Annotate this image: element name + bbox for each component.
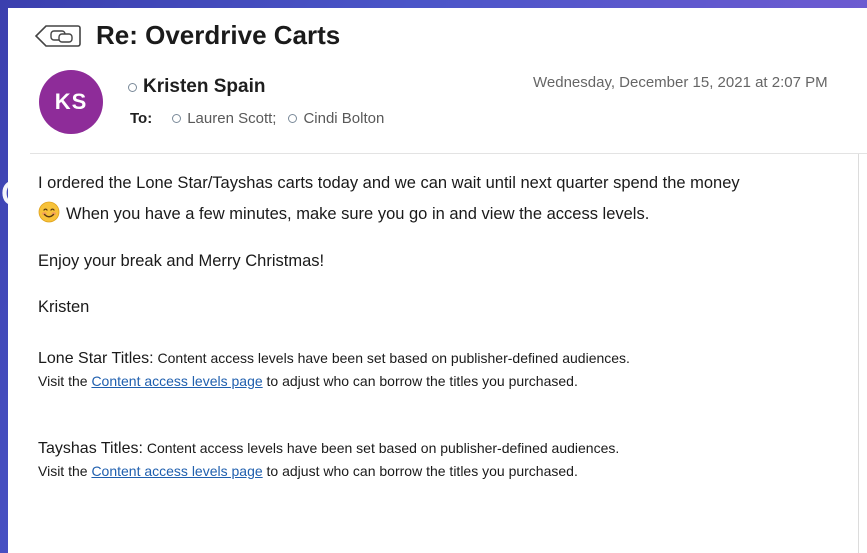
- body-text: When you have a few minutes, make sure y…: [66, 205, 650, 223]
- sender-avatar[interactable]: KS: [39, 70, 103, 134]
- email-subject: Re: Overdrive Carts: [96, 20, 341, 50]
- greeting-text: Enjoy your break and Merry Christmas!: [38, 252, 325, 270]
- section-tail: to adjust who can borrow the titles you …: [262, 373, 578, 389]
- section-visit: Visit the: [38, 373, 92, 389]
- recipient[interactable]: Cindi Bolton: [288, 110, 384, 127]
- scroll-edge: [858, 154, 859, 553]
- body-paragraph: I ordered the Lone Star/Tayshas carts to…: [38, 168, 848, 230]
- content-access-levels-link[interactable]: Content access levels page: [91, 463, 262, 479]
- email-body: I ordered the Lone Star/Tayshas carts to…: [38, 168, 848, 482]
- sent-date: Wednesday, December 15, 2021 at 2:07 PM: [533, 74, 828, 91]
- sender-row: Kristen Spain: [128, 76, 265, 98]
- reply-conversation-icon[interactable]: [34, 23, 82, 49]
- header-divider: [30, 153, 867, 154]
- section-text: Content access levels have been set base…: [153, 350, 630, 366]
- recipient[interactable]: Lauren Scott;: [172, 110, 276, 127]
- section-tail: to adjust who can borrow the titles you …: [262, 463, 578, 479]
- presence-status-icon: [128, 82, 137, 92]
- lone-star-section: Lone Star Titles: Content access levels …: [38, 347, 848, 392]
- recipient-name: Cindi Bolton: [303, 110, 385, 127]
- presence-status-icon: [288, 114, 298, 123]
- smiling-face-icon: [38, 201, 60, 223]
- body-text: I ordered the Lone Star/Tayshas carts to…: [38, 174, 740, 192]
- to-label: To:: [130, 110, 153, 127]
- sender-name[interactable]: Kristen Spain: [143, 76, 265, 98]
- section-label: Lone Star Titles:: [38, 350, 154, 367]
- email-reading-pane: Re: Overdrive Carts KS Kristen Spain To:…: [8, 8, 867, 553]
- signature-text: Kristen: [38, 298, 90, 316]
- subject-row: Re: Overdrive Carts: [34, 20, 340, 51]
- tayshas-section: Tayshas Titles: Content access levels ha…: [38, 437, 848, 482]
- recipient-name: Lauren Scott;: [187, 110, 277, 127]
- content-access-levels-link[interactable]: Content access levels page: [91, 373, 262, 389]
- section-visit: Visit the: [38, 463, 92, 479]
- recipients-row: To: Lauren Scott; Cindi Bolton: [130, 110, 396, 127]
- section-text: Content access levels have been set base…: [142, 440, 620, 456]
- section-label: Tayshas Titles:: [38, 440, 143, 457]
- presence-status-icon: [172, 114, 182, 123]
